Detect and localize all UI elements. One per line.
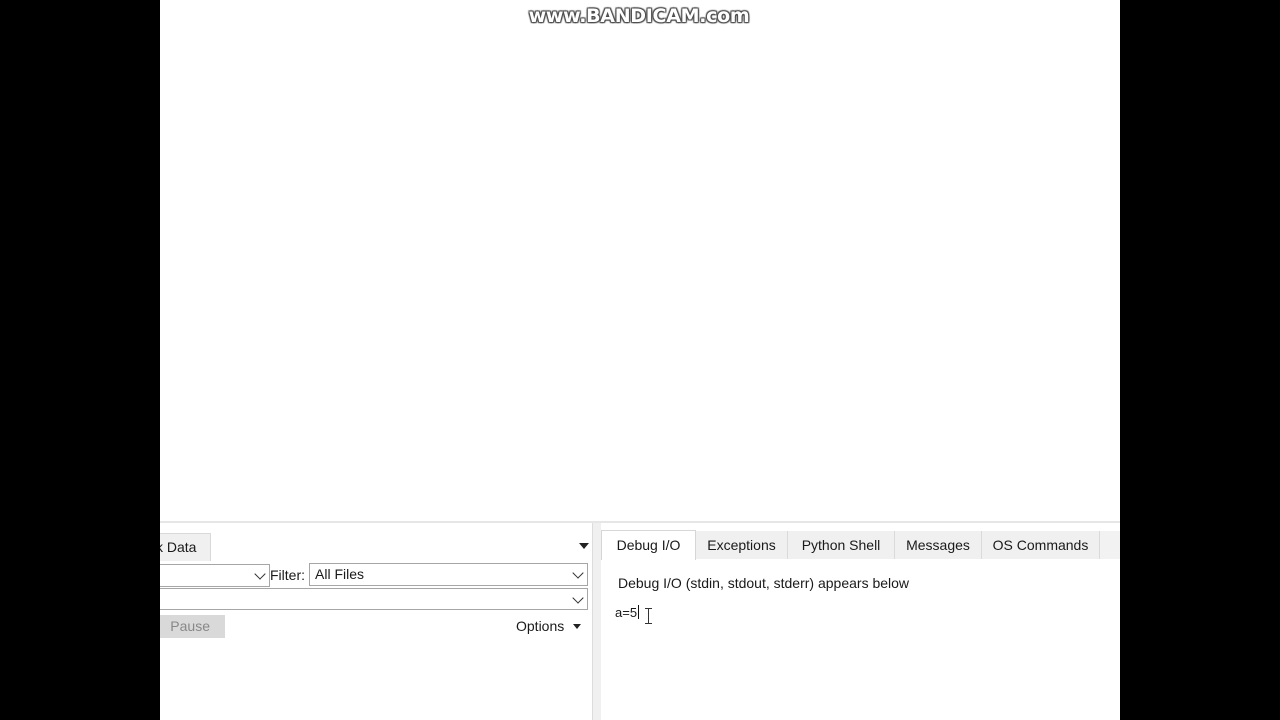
filter-combo[interactable]: All Files xyxy=(309,563,588,586)
tab-debug-io[interactable]: Debug I/O xyxy=(601,530,696,560)
chevron-down-icon[interactable] xyxy=(254,568,266,580)
tab-os-commands[interactable]: OS Commands xyxy=(982,531,1100,559)
search-combo[interactable] xyxy=(160,564,270,587)
path-combo[interactable] xyxy=(160,588,588,610)
bandicam-watermark: www.BANDICAM.com xyxy=(528,5,750,27)
options-button[interactable]: Options xyxy=(516,618,564,634)
debug-io-input[interactable]: a=5 xyxy=(615,605,640,620)
ibeam-cursor-icon xyxy=(645,608,652,624)
debug-io-input-text: a=5 xyxy=(615,605,638,620)
search-files-pane: k Data Filter: All Files Pause Options xyxy=(160,523,592,720)
tab-messages[interactable]: Messages xyxy=(895,531,982,559)
tool-tab-bar: Debug I/O Exceptions Python Shell Messag… xyxy=(601,530,1120,560)
filter-combo-value: All Files xyxy=(315,566,365,582)
text-caret xyxy=(638,605,640,619)
options-dropdown-icon[interactable] xyxy=(573,624,581,629)
debug-io-pane: Debug I/O Exceptions Python Shell Messag… xyxy=(601,523,1120,720)
tab-python-shell[interactable]: Python Shell xyxy=(788,531,895,559)
pane-menu-arrow-icon[interactable] xyxy=(579,543,589,549)
debug-io-header: Debug I/O (stdin, stdout, stderr) appear… xyxy=(618,575,910,591)
left-tab-bar: k Data xyxy=(160,529,592,561)
tab-stack-data[interactable]: k Data xyxy=(160,533,211,561)
ide-window: k Data Filter: All Files Pause Options D… xyxy=(160,0,1120,720)
vertical-splitter[interactable] xyxy=(592,523,601,720)
chevron-down-icon[interactable] xyxy=(572,567,584,579)
chevron-down-icon[interactable] xyxy=(572,592,584,604)
filter-label: Filter: xyxy=(270,567,305,583)
editor-area[interactable] xyxy=(160,0,1120,521)
pause-button[interactable]: Pause xyxy=(160,615,225,638)
tab-exceptions[interactable]: Exceptions xyxy=(696,531,788,559)
